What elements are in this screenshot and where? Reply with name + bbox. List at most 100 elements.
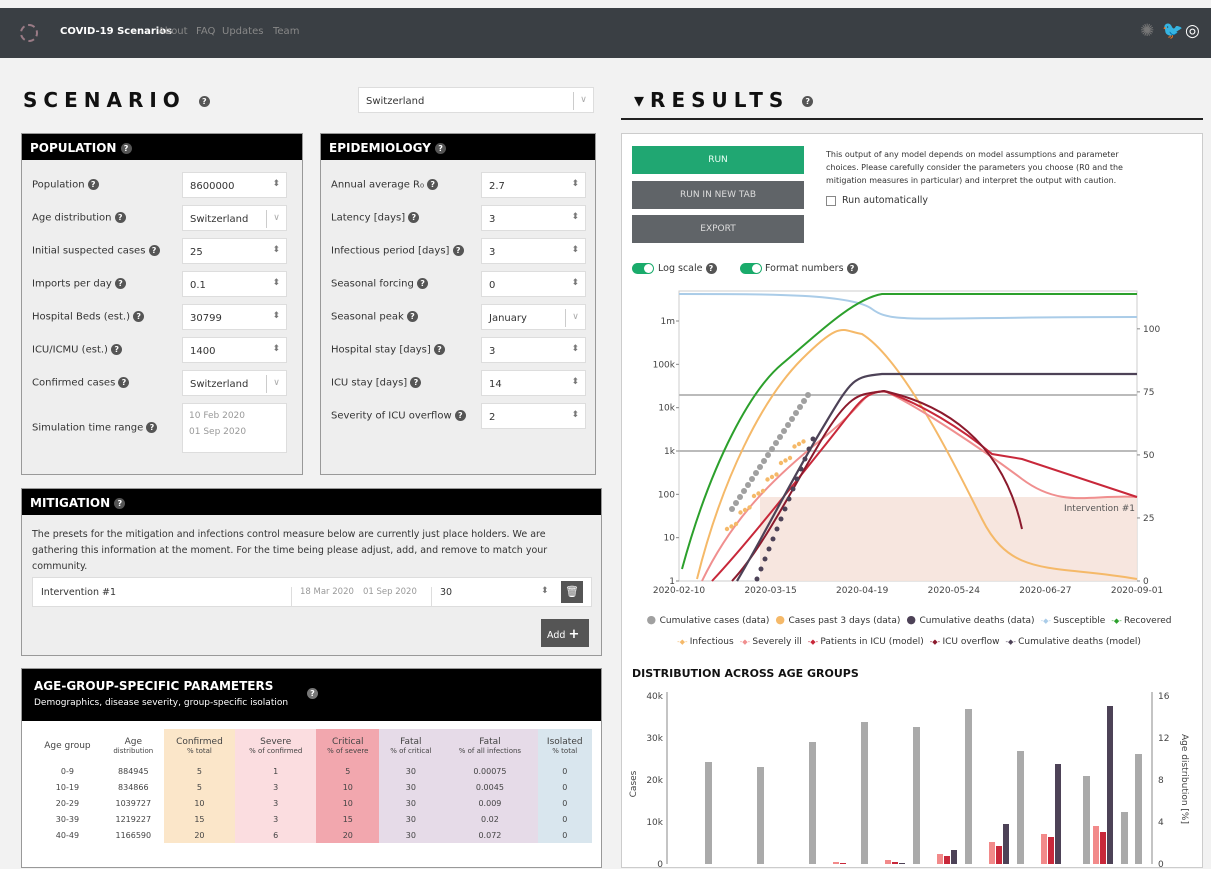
help-icon[interactable]: ?	[198, 96, 210, 107]
population-input-2[interactable]: 25 ⬍	[182, 238, 287, 264]
table-cell[interactable]: 3	[235, 795, 317, 811]
help-icon[interactable]: ?	[410, 377, 422, 388]
table-cell[interactable]: 0.009	[442, 795, 538, 811]
epidemiology-input-1[interactable]: 3 ⬍	[481, 205, 586, 231]
stepper-icon[interactable]: ⬍	[541, 586, 549, 596]
table-cell[interactable]: 15	[316, 811, 380, 827]
epidemiology-input-7[interactable]: 2 ⬍	[481, 403, 586, 429]
table-cell[interactable]: 0.072	[442, 827, 538, 843]
population-input-3[interactable]: 0.1 ⬍	[182, 271, 287, 297]
table-cell[interactable]: 10	[163, 795, 236, 811]
log-scale-toggle[interactable]	[632, 263, 654, 274]
table-cell[interactable]: 0	[537, 779, 592, 795]
table-cell[interactable]: 6	[235, 827, 317, 843]
help-icon[interactable]: ?	[417, 278, 429, 289]
help-icon[interactable]: ?	[87, 179, 99, 190]
twitter-icon[interactable]: 🐦	[1162, 21, 1183, 41]
epidemiology-input-2[interactable]: 3 ⬍	[481, 238, 586, 264]
logo-small-icon[interactable]: ✺	[1140, 21, 1154, 41]
trash-icon[interactable]: 🗑	[561, 581, 583, 603]
table-cell[interactable]: 30	[379, 795, 443, 811]
population-input-0[interactable]: 8600000 ⬍	[182, 172, 287, 198]
add-intervention-button[interactable]: Add +	[541, 619, 589, 647]
table-cell[interactable]: 5	[163, 779, 236, 795]
table-cell[interactable]: 30	[379, 811, 443, 827]
population-input-5[interactable]: 1400 ⬍	[182, 337, 287, 363]
help-icon[interactable]: ?	[407, 311, 418, 322]
epidemiology-input-5[interactable]: 3 ⬍	[481, 337, 586, 363]
legend-item[interactable]: -◆- ICU overflow	[930, 637, 1000, 647]
population-input-4[interactable]: 30799 ⬍	[182, 304, 287, 330]
nav-link-about[interactable]: About	[158, 26, 188, 37]
legend-item[interactable]: -◆- Infectious	[677, 637, 734, 647]
table-cell[interactable]: 0.02	[442, 811, 538, 827]
help-icon[interactable]: ?	[114, 212, 126, 223]
results-line-chart[interactable]: Intervention #11101001k10k100k1m02550751…	[622, 279, 1202, 609]
brand-link[interactable]: COVID-19 Scenarios	[60, 26, 172, 37]
table-cell[interactable]: 0.00075	[442, 763, 538, 779]
table-cell[interactable]: 10	[316, 795, 380, 811]
table-cell[interactable]: 3	[235, 811, 317, 827]
table-cell[interactable]: 1	[235, 763, 317, 779]
help-icon[interactable]: ?	[408, 212, 420, 223]
intervention-name-input[interactable]: Intervention #1	[41, 587, 116, 598]
table-cell[interactable]: 30	[379, 779, 443, 795]
table-cell[interactable]: 3	[235, 779, 317, 795]
table-cell[interactable]: 5	[316, 763, 380, 779]
table-cell[interactable]: 0	[537, 763, 592, 779]
help-icon[interactable]: ?	[114, 278, 126, 289]
nav-link-updates[interactable]: Updates	[222, 26, 263, 37]
table-cell[interactable]: 10	[316, 779, 380, 795]
intervention-from-input[interactable]: 18 Mar 2020	[291, 587, 354, 607]
intervention-value-input[interactable]: 30	[431, 587, 452, 607]
table-cell[interactable]: 30	[379, 827, 443, 843]
agegroup-header[interactable]: AGE-GROUP-SPECIFIC PARAMETERS Demographi…	[22, 669, 601, 721]
population-input-7[interactable]: 10 Feb 2020 01 Sep 2020	[182, 403, 287, 453]
legend-item[interactable]: ● Cumulative cases (data)	[647, 613, 770, 626]
run-new-tab-button[interactable]: RUN IN NEW TAB	[632, 181, 804, 209]
age-distribution-bar-chart[interactable]: 0 10k 20k 30k 40k 0 4 8 12 16 Cases Age distributio…	[622, 684, 1202, 869]
table-cell[interactable]: 20	[163, 827, 236, 843]
export-button[interactable]: EXPORT	[632, 215, 804, 243]
help-icon[interactable]: ?	[146, 422, 158, 433]
table-cell[interactable]: 0	[537, 811, 592, 827]
legend-item[interactable]: ● Cases past 3 days (data)	[775, 613, 900, 626]
help-icon[interactable]: ?	[133, 311, 145, 322]
table-cell[interactable]: 15	[163, 811, 236, 827]
run-auto-checkbox[interactable]	[826, 196, 836, 206]
table-cell[interactable]: 20	[316, 827, 380, 843]
epidemiology-input-3[interactable]: 0 ⬍	[481, 271, 586, 297]
table-cell[interactable]: 0	[537, 795, 592, 811]
help-icon[interactable]: ?	[802, 96, 814, 107]
legend-item[interactable]: -◆- Patients in ICU (model)	[808, 637, 924, 647]
table-cell[interactable]: 0.0045	[442, 779, 538, 795]
logo-icon[interactable]	[20, 24, 38, 42]
scenario-select[interactable]: Switzerland ∨	[358, 87, 594, 113]
epidemiology-input-0[interactable]: 2.7 ⬍	[481, 172, 586, 198]
table-cell[interactable]: 30	[379, 763, 443, 779]
legend-item[interactable]: -◆- Recovered	[1111, 616, 1171, 626]
help-icon[interactable]: ?	[427, 179, 439, 190]
help-icon[interactable]: ?	[452, 245, 464, 256]
format-numbers-toggle[interactable]	[740, 263, 762, 274]
epidemiology-input-6[interactable]: 14 ⬍	[481, 370, 586, 396]
intervention-to-input[interactable]: 01 Sep 2020	[363, 587, 417, 597]
table-cell[interactable]: 0	[537, 827, 592, 843]
help-icon[interactable]: ?	[433, 344, 445, 355]
github-icon[interactable]: ◎	[1185, 21, 1200, 41]
epidemiology-input-4[interactable]: January ∨	[481, 304, 586, 330]
help-icon[interactable]: ?	[111, 344, 123, 355]
legend-item[interactable]: -◆- Severely ill	[740, 637, 802, 647]
legend-item[interactable]: -◆- Susceptible	[1041, 616, 1106, 626]
nav-link-faq[interactable]: FAQ	[196, 26, 215, 37]
help-icon[interactable]: ?	[118, 377, 130, 388]
legend-item[interactable]: ● Cumulative deaths (data)	[906, 613, 1034, 626]
run-button[interactable]: RUN	[632, 146, 804, 174]
table-cell[interactable]: 5	[163, 763, 236, 779]
population-input-6[interactable]: Switzerland ∨	[182, 370, 287, 396]
population-input-1[interactable]: Switzerland ∨	[182, 205, 287, 231]
legend-item[interactable]: -◆- Cumulative deaths (model)	[1005, 637, 1141, 647]
help-icon[interactable]: ?	[148, 245, 160, 256]
nav-link-team[interactable]: Team	[273, 26, 299, 37]
help-icon[interactable]: ?	[454, 410, 466, 421]
